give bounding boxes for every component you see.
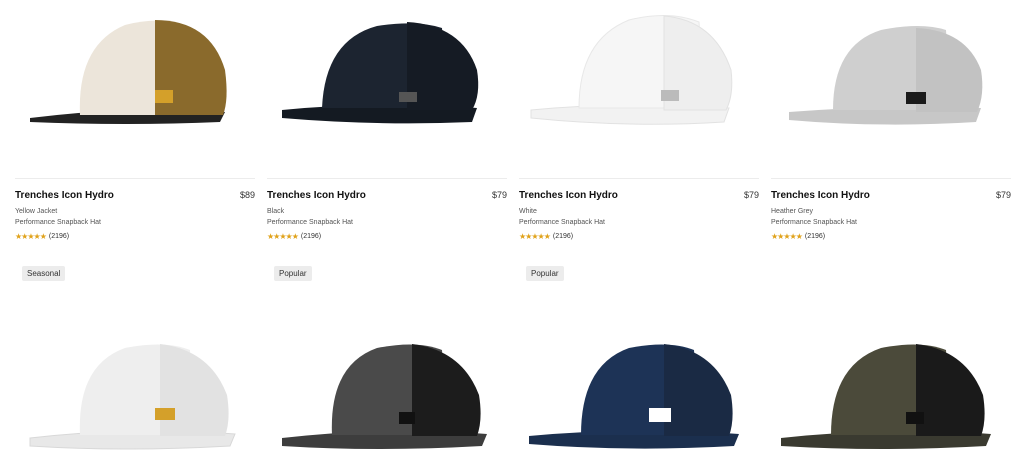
star-rating-icon: ★★★★★ <box>15 232 47 241</box>
divider <box>771 178 1011 179</box>
product-type: Performance Snapback Hat <box>519 219 605 226</box>
hat-image <box>282 344 487 449</box>
review-count: (2196) <box>48 233 70 240</box>
star-rating-icon: ★★★★★ <box>519 232 551 241</box>
badge-popular: Popular <box>274 266 312 281</box>
product-image[interactable] <box>771 0 1011 135</box>
product-image[interactable] <box>267 330 507 460</box>
review-count: (2196) <box>300 233 322 240</box>
hat-image <box>530 14 733 125</box>
badge-popular: Popular <box>526 266 564 281</box>
product-color: White <box>519 208 537 215</box>
product-type: Performance Snapback Hat <box>15 219 101 226</box>
product-color: Yellow Jacket <box>15 208 58 215</box>
product-color: Heather Grey <box>771 208 814 215</box>
divider <box>15 178 255 179</box>
star-rating-icon: ★★★★★ <box>267 232 299 241</box>
product-image[interactable] <box>267 0 507 135</box>
product-image[interactable] <box>519 330 759 460</box>
review-count: (2196) <box>804 233 826 240</box>
product-type: Performance Snapback Hat <box>771 219 857 226</box>
hat-image <box>529 344 739 449</box>
rating: ★★★★★ (2196) <box>771 232 825 241</box>
hat-image <box>29 344 236 450</box>
hat-image <box>789 26 983 125</box>
product-title[interactable]: Trenches Icon Hydro <box>771 190 870 201</box>
review-count: (2196) <box>552 233 574 240</box>
rating: ★★★★★ (2196) <box>15 232 69 241</box>
product-image[interactable] <box>15 330 255 460</box>
product-title[interactable]: Trenches Icon Hydro <box>15 190 114 201</box>
divider <box>519 178 759 179</box>
product-image[interactable] <box>771 330 1011 460</box>
product-price: $79 <box>743 190 759 200</box>
product-image[interactable] <box>15 0 255 135</box>
product-price: $79 <box>995 190 1011 200</box>
badge-seasonal: Seasonal <box>22 266 66 281</box>
product-type: Performance Snapback Hat <box>267 219 353 226</box>
product-image[interactable] <box>519 0 759 135</box>
product-grid: Trenches Icon Hydro $89 Yellow Jacket Pe… <box>0 0 1024 474</box>
rating: ★★★★★ (2196) <box>267 232 321 241</box>
product-price: $89 <box>239 190 255 200</box>
divider <box>267 178 507 179</box>
rating: ★★★★★ (2196) <box>519 232 573 241</box>
product-price: $79 <box>491 190 507 200</box>
hat-image <box>30 20 227 124</box>
product-title[interactable]: Trenches Icon Hydro <box>519 190 618 201</box>
product-title[interactable]: Trenches Icon Hydro <box>267 190 366 201</box>
hat-image <box>781 344 991 449</box>
star-rating-icon: ★★★★★ <box>771 232 803 241</box>
product-color: Black <box>267 208 285 215</box>
hat-image <box>282 22 479 124</box>
